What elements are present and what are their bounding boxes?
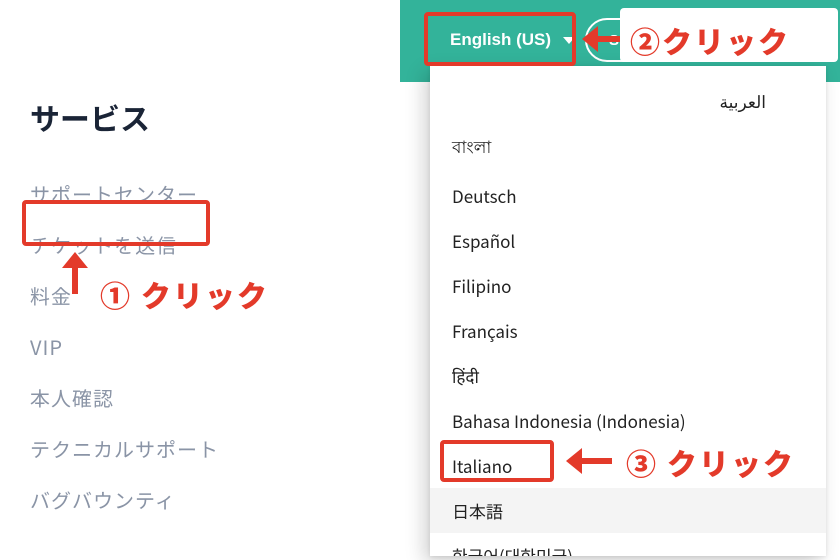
language-item-german[interactable]: Deutsch — [430, 173, 826, 218]
sidebar-item-bug-bounty[interactable]: バグバウンティ — [30, 485, 365, 514]
annotation-box-2 — [424, 12, 576, 66]
language-item-arabic[interactable]: العربية — [430, 78, 826, 123]
language-item-french[interactable]: Français — [430, 308, 826, 353]
services-heading: サービス — [30, 95, 365, 139]
annotation-label-1: ① クリック — [100, 272, 269, 316]
annotation-label-3: ③ クリック — [626, 440, 795, 484]
sidebar-item-vip[interactable]: VIP — [30, 332, 365, 361]
language-item-spanish[interactable]: Español — [430, 218, 826, 263]
language-item-bengali[interactable]: বাংলা — [430, 123, 826, 173]
language-item-filipino[interactable]: Filipino — [430, 263, 826, 308]
sidebar-item-technical-support[interactable]: テクニカルサポート — [30, 434, 365, 463]
language-item-korean[interactable]: 한국어(대한민국) — [430, 533, 826, 556]
annotation-box-3 — [440, 440, 554, 482]
language-item-japanese[interactable]: 日本語 — [430, 488, 826, 533]
language-item-indonesian[interactable]: Bahasa Indonesia (Indonesia) — [430, 398, 826, 443]
annotation-box-1 — [22, 200, 210, 246]
language-item-hindi[interactable]: हिंदी — [430, 353, 826, 398]
sidebar-item-verification[interactable]: 本人確認 — [30, 383, 365, 412]
annotation-label-2: ②クリック — [630, 18, 790, 62]
